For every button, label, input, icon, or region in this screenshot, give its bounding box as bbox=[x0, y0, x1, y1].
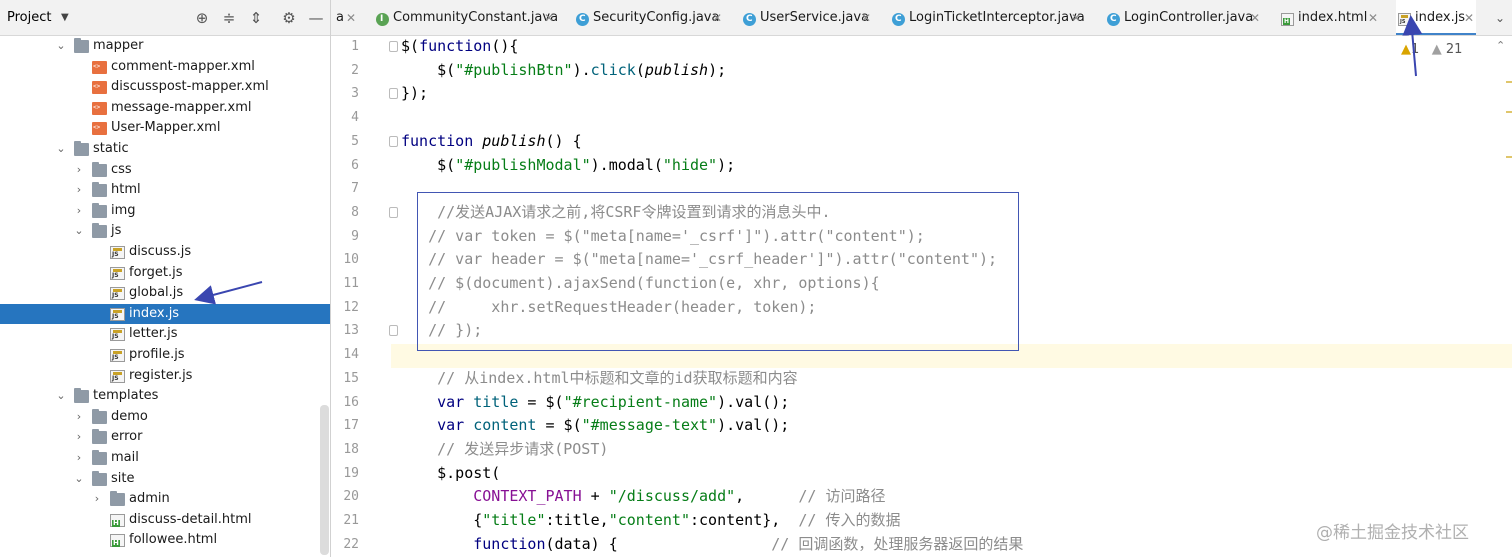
annotation-arrows bbox=[194, 15, 1423, 305]
arrow-to-index-js bbox=[194, 281, 263, 305]
arrow-to-index-tab bbox=[1402, 15, 1423, 77]
